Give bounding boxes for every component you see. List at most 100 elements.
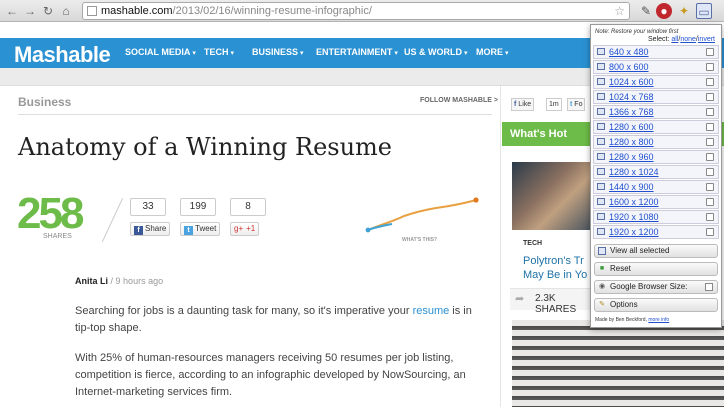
resolution-row[interactable]: 1920 x 1200 [593,225,719,239]
resolution-checkbox[interactable] [706,198,714,206]
back-icon[interactable]: ← [4,3,20,19]
resolution-row[interactable]: 1280 x 800 [593,135,719,149]
resolution-checkbox[interactable] [706,213,714,221]
section-label[interactable]: Business [18,95,71,109]
eye-icon: ◉ [598,283,606,290]
window-icon [597,183,605,190]
facebook-icon: f [134,226,143,235]
resolution-checkbox[interactable] [706,138,714,146]
bookmark-star-icon[interactable]: ☆ [614,3,625,19]
adblock-icon[interactable]: ● [656,3,672,19]
window-resizer-popup: Note: Restore your window first Select: … [590,24,722,328]
nav-tech[interactable]: TECH ▾ [204,47,234,57]
gplus-icon: g+ [234,224,244,233]
author-name[interactable]: Anita Li [75,276,108,286]
resume-link[interactable]: resume [413,305,450,317]
resolution-row[interactable]: 1280 x 600 [593,120,719,134]
gplus-button[interactable]: g+ +1 [230,222,260,236]
reset-button[interactable]: ■ Reset [594,262,718,276]
hot-story-shares: ➦ 2.3K SHARES [510,288,598,315]
resolution-row[interactable]: 1600 x 1200 [593,195,719,209]
nav-social-media[interactable]: SOCIAL MEDIA ▾ [125,47,196,57]
reset-icon: ■ [599,265,605,272]
graph-end-point [473,197,479,203]
window-icon [597,153,605,160]
hot-story-image[interactable] [512,162,598,230]
chevron-down-icon: ▾ [464,50,468,57]
chevron-down-icon: ▾ [505,50,509,57]
resolution-checkbox[interactable] [706,78,714,86]
popup-note: Note: Restore your window first [595,29,679,35]
select-controls: Select: all/none/invert [648,36,715,43]
resolution-row[interactable]: 1440 x 900 [593,180,719,194]
page-icon [87,6,97,16]
options-icon: ✎ [599,301,605,308]
resolution-checkbox[interactable] [706,153,714,161]
address-bar[interactable]: mashable.com/2013/02/16/winning-resume-i… [82,2,630,20]
follow-mashable-link[interactable]: FOLLOW MASHABLE > [420,97,498,104]
reload-icon[interactable]: ↻ [40,3,56,19]
resolution-row[interactable]: 1024 x 600 [593,75,719,89]
facebook-share-button[interactable]: f Share [130,222,171,236]
window-icon [597,93,605,100]
nav-more[interactable]: MORE ▾ [476,47,509,57]
resolution-checkbox[interactable] [706,123,714,131]
nav-business[interactable]: BUSINESS ▾ [252,47,304,57]
resolution-row[interactable]: 1366 x 768 [593,105,719,119]
hot-story-category[interactable]: TECH [523,240,542,247]
resolution-checkbox[interactable] [706,48,714,56]
resolution-row[interactable]: 640 x 480 [593,45,719,59]
options-button[interactable]: ✎ Options [594,298,718,312]
graph-start-point [365,227,371,233]
resolution-checkbox[interactable] [706,168,714,176]
window-resizer-icon[interactable]: ▭ [696,3,712,19]
mashable-logo[interactable]: Mashable [14,42,111,68]
facebook-like-button[interactable]: f Like [511,98,535,111]
twitter-follow-button[interactable]: t Fo [567,98,586,111]
resolution-row[interactable]: 1920 x 1080 [593,210,719,224]
extension-icon[interactable]: ✦ [676,3,692,19]
article-title: Anatomy of a Winning Resume [18,133,393,161]
nav-entertainment[interactable]: ENTERTAINMENT ▾ [316,47,398,57]
chevron-down-icon: ▾ [192,50,196,57]
resolution-row[interactable]: 1024 x 768 [593,90,719,104]
chevron-down-icon: ▾ [394,50,398,57]
twitter-bird-icon: t [570,101,573,108]
google-browser-size-button[interactable]: ◉ Google Browser Size: [594,280,718,294]
resolution-checkbox[interactable] [706,183,714,191]
forward-icon[interactable]: → [22,3,38,19]
facebook-count: 33 [130,198,166,216]
select-invert-link[interactable]: invert [698,36,715,43]
shares-label: SHARES [43,233,72,240]
tweet-button[interactable]: t Tweet [180,222,221,236]
timestamp: 9 hours ago [115,276,164,286]
window-icon [597,168,605,175]
whats-hot-title: What's Hot [510,128,567,140]
window-icon [597,108,605,115]
wrench-icon[interactable]: ✎ [638,3,654,19]
hot-story-image-2[interactable] [512,320,724,407]
resolution-checkbox[interactable] [706,93,714,101]
resolution-row[interactable]: 800 x 600 [593,60,719,74]
resolution-checkbox[interactable] [706,63,714,71]
resolution-row[interactable]: 1280 x 1024 [593,165,719,179]
home-icon[interactable]: ⌂ [58,3,74,19]
gplus-count: 8 [230,198,266,216]
window-icon [597,198,605,205]
nav-us-world[interactable]: US & WORLD ▾ [404,47,468,57]
view-all-selected-button[interactable]: View all selected [594,244,718,258]
whats-this-link[interactable]: WHAT'S THIS? [402,237,437,243]
resolution-row[interactable]: 1280 x 960 [593,150,719,164]
select-all-link[interactable]: all [671,36,678,43]
byline: Anita Li / 9 hours ago [75,276,164,286]
more-info-link[interactable]: more info [648,317,669,323]
facebook-icon: f [514,101,517,108]
resolution-checkbox[interactable] [706,108,714,116]
paragraph-1: Searching for jobs is a daunting task fo… [75,305,472,334]
chevron-down-icon: ▾ [300,50,304,57]
google-browser-size-checkbox[interactable] [705,283,713,291]
share-count: 258 [17,189,84,238]
like-count: 1m [546,98,562,111]
select-none-link[interactable]: none [680,36,696,43]
resolution-checkbox[interactable] [706,228,714,236]
